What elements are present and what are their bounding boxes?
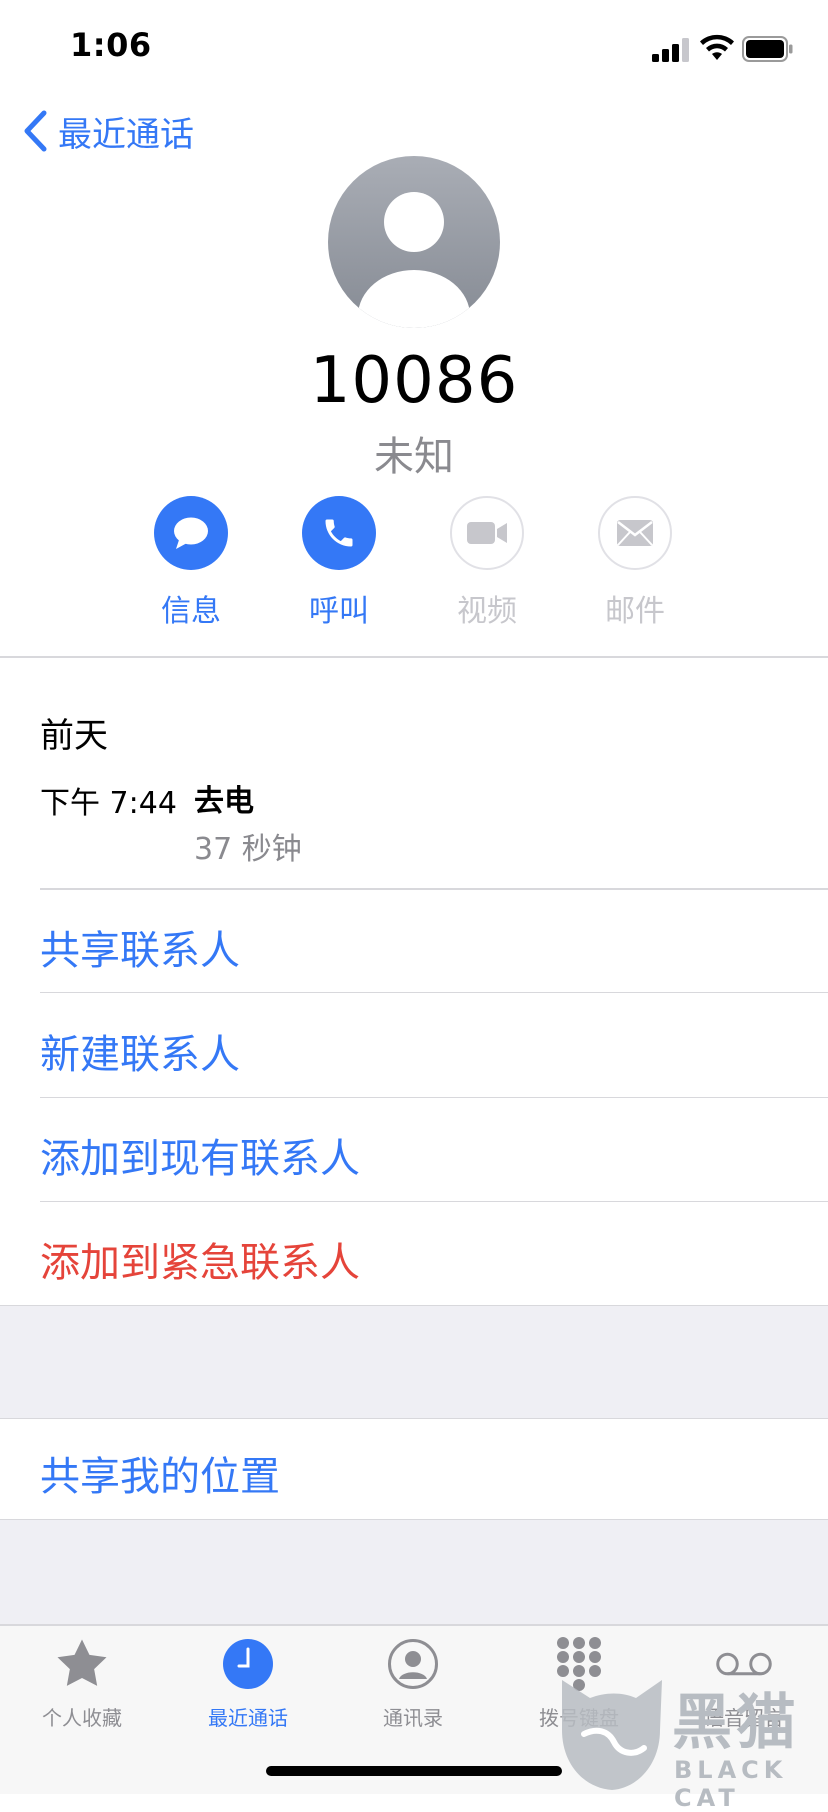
history-duration: 37 秒钟 <box>194 832 302 867</box>
divider <box>40 888 828 890</box>
video-label: 视频 <box>457 594 517 629</box>
add-to-existing-contact-button[interactable]: 添加到现有联系人 <box>40 1126 360 1184</box>
call-label: 呼叫 <box>309 594 369 629</box>
message-button[interactable]: 信息 <box>141 496 241 630</box>
person-silhouette-icon <box>358 192 470 328</box>
mail-icon <box>617 520 653 546</box>
tab-contacts[interactable]: 通讯录 <box>338 1634 488 1731</box>
section-gap <box>0 1519 828 1625</box>
tab-label: 通讯录 <box>383 1706 443 1730</box>
cellular-signal-icon <box>652 38 689 62</box>
phone-number: 10086 <box>309 344 519 418</box>
chevron-left-icon <box>24 110 47 152</box>
divider <box>40 1097 828 1098</box>
call-button[interactable]: 呼叫 <box>289 496 389 630</box>
watermark-text: 黑猫 <box>672 1688 800 1758</box>
add-to-emergency-contact-button[interactable]: 添加到紧急联系人 <box>40 1230 360 1288</box>
video-icon <box>467 522 507 544</box>
status-time: 1:06 <box>70 26 152 64</box>
mail-label: 邮件 <box>605 594 665 629</box>
history-day: 前天 <box>40 716 108 756</box>
wifi-icon <box>700 34 734 60</box>
share-contact-button[interactable]: 共享联系人 <box>40 918 240 976</box>
mail-button[interactable]: 邮件 <box>585 496 685 630</box>
watermark-subtext: BLACK CAT <box>674 1756 788 1812</box>
divider <box>0 656 828 658</box>
avatar <box>328 156 500 328</box>
number-label: 未知 <box>374 434 454 480</box>
phone-icon <box>325 519 353 547</box>
battery-icon <box>742 36 793 62</box>
star-icon <box>57 1639 107 1686</box>
back-label: 最近通话 <box>58 114 194 155</box>
divider <box>40 992 828 993</box>
contacts-icon <box>388 1639 438 1689</box>
message-icon <box>174 517 208 549</box>
share-location-button[interactable]: 共享我的位置 <box>40 1444 280 1502</box>
black-cat-logo-icon <box>562 1680 662 1790</box>
tab-favorites[interactable]: 个人收藏 <box>7 1634 157 1731</box>
section-gap <box>0 1305 828 1419</box>
back-button[interactable]: 最近通话 <box>22 106 194 156</box>
history-direction: 去电 <box>194 784 254 819</box>
tab-recents[interactable]: 最近通话 <box>173 1634 323 1731</box>
new-contact-button[interactable]: 新建联系人 <box>40 1022 240 1080</box>
clock-icon <box>223 1639 273 1689</box>
tab-label: 个人收藏 <box>42 1706 122 1730</box>
home-indicator <box>266 1766 562 1776</box>
divider <box>40 1201 828 1202</box>
history-time: 下午 7:44 <box>40 786 177 821</box>
message-label: 信息 <box>161 594 221 629</box>
video-button[interactable]: 视频 <box>437 496 537 630</box>
tab-label: 最近通话 <box>208 1706 288 1730</box>
watermark: 黑猫 BLACK CAT <box>556 1672 828 1812</box>
